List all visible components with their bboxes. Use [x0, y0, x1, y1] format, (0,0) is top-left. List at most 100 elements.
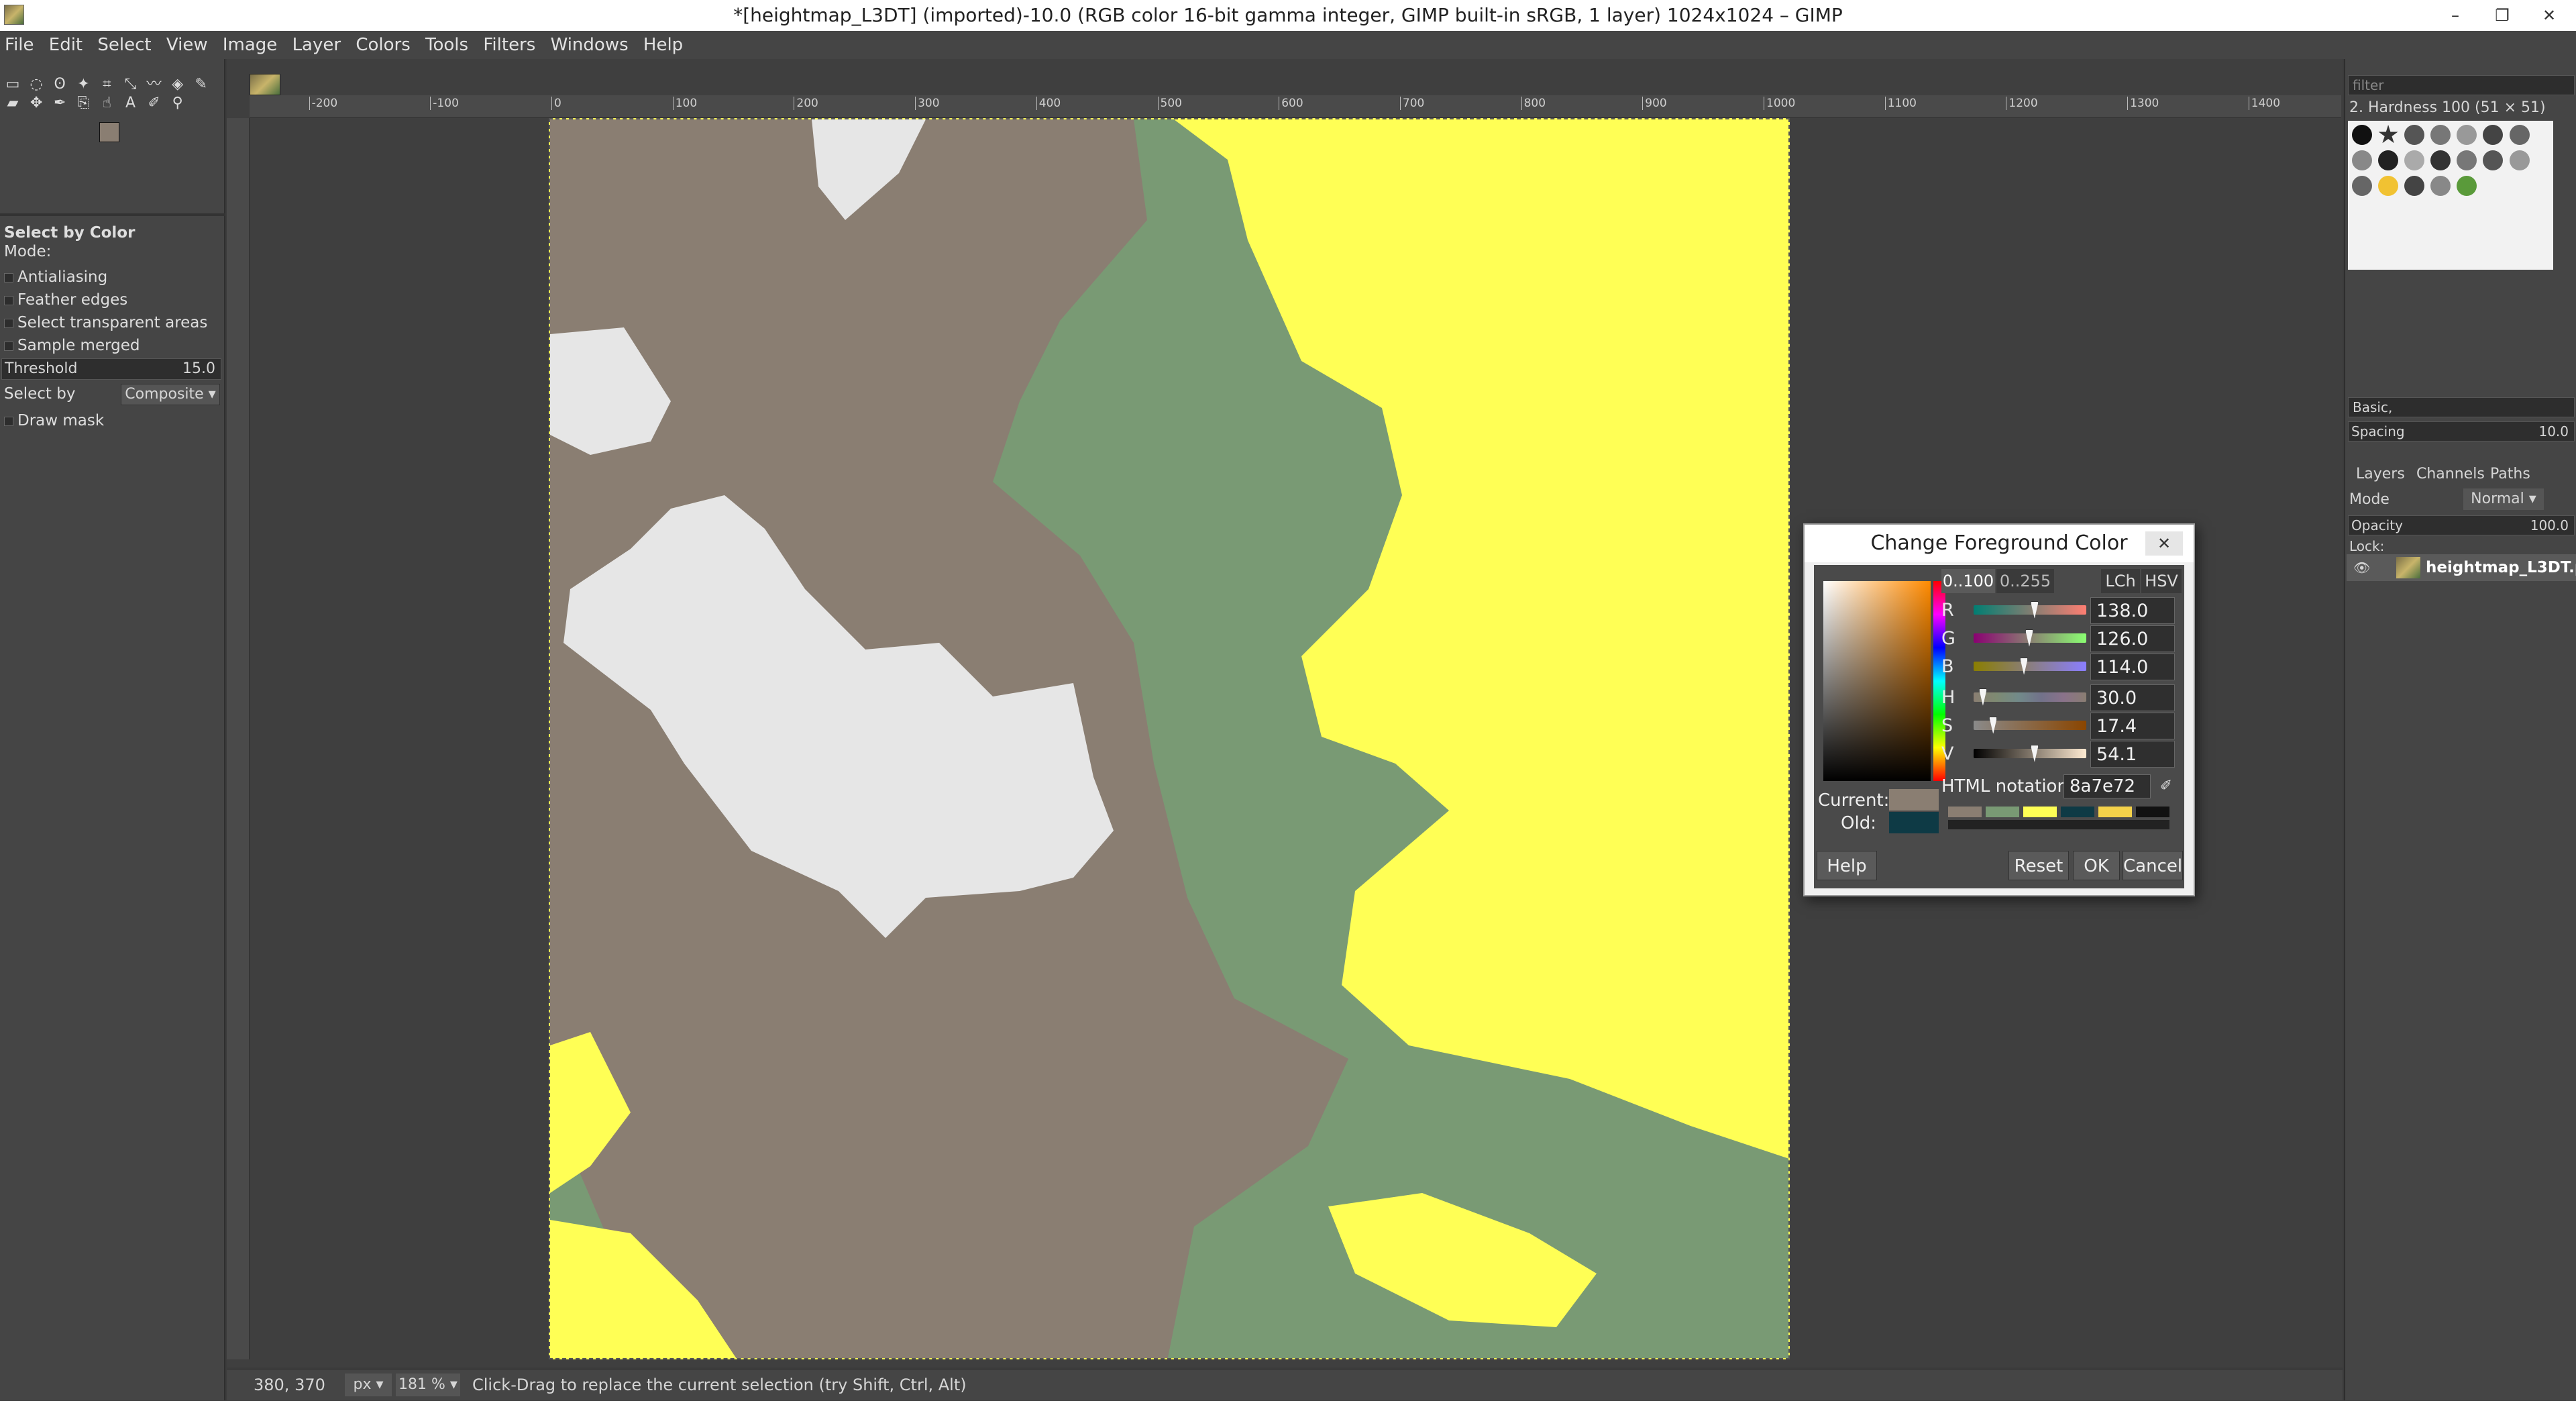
vertical-ruler[interactable] — [227, 118, 250, 1359]
maximize-button[interactable]: ❐ — [2482, 0, 2522, 31]
layer-mode-dropdown[interactable]: Normal ▾ — [2463, 488, 2544, 510]
brush-item[interactable] — [2430, 125, 2451, 145]
lasso-icon[interactable]: ʘ — [50, 75, 69, 94]
minimize-button[interactable]: – — [2435, 0, 2475, 31]
color-saturation-value-area[interactable] — [1823, 581, 1931, 781]
menu-help[interactable]: Help — [639, 31, 688, 59]
menu-image[interactable]: Image — [218, 31, 282, 59]
brush-preset-field[interactable]: Basic, — [2348, 397, 2575, 417]
brush-item[interactable] — [2352, 176, 2372, 196]
paintbrush-icon[interactable]: ✎ — [192, 75, 211, 94]
brush-item[interactable] — [2352, 125, 2372, 145]
channel-s[interactable]: S 17.4 — [1941, 713, 2183, 739]
select-transparent-checkbox[interactable] — [4, 318, 13, 328]
history-swatch[interactable] — [2023, 807, 2057, 817]
foreground-color-swatch[interactable] — [99, 122, 119, 142]
fuzzy-select-icon[interactable]: ✦ — [74, 75, 93, 94]
clone-icon[interactable]: ⎘ — [74, 94, 93, 113]
history-swatch[interactable] — [2098, 807, 2132, 817]
menu-windows[interactable]: Windows — [546, 31, 633, 59]
tab-paths[interactable]: Paths — [2490, 463, 2530, 486]
color-picker-icon[interactable]: ✐ — [145, 94, 164, 113]
menu-tools[interactable]: Tools — [421, 31, 473, 59]
history-swatch[interactable] — [1986, 807, 2019, 817]
eraser-icon[interactable]: ▰ — [3, 94, 22, 113]
brush-item[interactable] — [2404, 150, 2425, 170]
free-select-icon[interactable]: ◌ — [27, 75, 46, 94]
menu-view[interactable]: View — [162, 31, 213, 59]
range-100-button[interactable]: 0..100 — [1941, 569, 1995, 593]
opacity-slider[interactable]: Opacity 100.0 — [2348, 515, 2575, 535]
spacing-slider[interactable]: Spacing 10.0 — [2348, 421, 2575, 442]
brush-item[interactable] — [2404, 176, 2425, 196]
brush-item[interactable] — [2483, 125, 2504, 145]
eye-icon[interactable]: 👁 — [2353, 560, 2370, 576]
menu-file[interactable]: File — [0, 31, 39, 59]
draw-mask-option[interactable]: Draw mask — [4, 411, 104, 431]
help-button[interactable]: Help — [1817, 851, 1877, 880]
feather-edges-option[interactable]: Feather edges — [4, 290, 127, 310]
brush-grid[interactable] — [2348, 121, 2553, 270]
html-notation-input[interactable]: 8a7e72 — [2063, 774, 2151, 798]
draw-mask-checkbox[interactable] — [4, 416, 13, 426]
bucket-fill-icon[interactable]: ◈ — [168, 75, 187, 94]
channel-g-value[interactable]: 126.0 — [2090, 625, 2175, 652]
brush-item[interactable] — [2509, 150, 2530, 170]
menu-filters[interactable]: Filters — [478, 31, 540, 59]
brush-item[interactable] — [2404, 125, 2425, 145]
history-swatch[interactable] — [2061, 807, 2094, 817]
history-swatch[interactable] — [1948, 807, 1982, 817]
channel-r[interactable]: R 138.0 — [1941, 597, 2183, 624]
eyedropper-icon[interactable]: ✐ — [2156, 776, 2176, 797]
reset-button[interactable]: Reset — [2008, 851, 2069, 880]
channel-s-value[interactable]: 17.4 — [2090, 713, 2175, 739]
brush-item[interactable] — [2457, 150, 2477, 170]
rect-select-icon[interactable]: ▭ — [3, 75, 22, 94]
ok-button[interactable]: OK — [2073, 851, 2120, 880]
ink-icon[interactable]: ✒ — [50, 94, 69, 113]
tab-channels[interactable]: Channels — [2416, 463, 2485, 486]
cancel-button[interactable]: Cancel — [2123, 851, 2183, 880]
sample-merged-option[interactable]: Sample merged — [4, 335, 140, 356]
threshold-slider[interactable]: Threshold 15.0 — [1, 358, 221, 380]
channel-h-value[interactable]: 30.0 — [2090, 684, 2175, 711]
brush-item[interactable] — [2483, 150, 2504, 170]
unit-dropdown[interactable]: px ▾ — [345, 1373, 392, 1396]
zoom-dropdown[interactable]: 181 % ▾ — [396, 1373, 460, 1396]
brush-item[interactable] — [2352, 150, 2372, 170]
brush-item[interactable] — [2509, 125, 2530, 145]
hsv-button[interactable]: HSV — [2141, 569, 2182, 593]
menu-select[interactable]: Select — [93, 31, 156, 59]
brush-item[interactable] — [2430, 150, 2451, 170]
antialiasing-checkbox[interactable] — [4, 272, 13, 282]
channel-r-value[interactable]: 138.0 — [2090, 597, 2175, 624]
channel-g[interactable]: G 126.0 — [1941, 625, 2183, 652]
horizontal-ruler[interactable]: -200 -100 0 100 200 300 400 500 600 700 800 900 1000… — [250, 95, 2341, 118]
brush-item[interactable] — [2378, 125, 2398, 144]
channel-v[interactable]: V 54.1 — [1941, 741, 2183, 768]
transform-icon[interactable]: ⤡ — [121, 75, 140, 94]
channel-b[interactable]: B 114.0 — [1941, 654, 2183, 680]
channel-h[interactable]: H 30.0 — [1941, 684, 2183, 711]
brush-item[interactable] — [2378, 176, 2399, 196]
brush-filter-input[interactable]: filter — [2348, 75, 2575, 95]
menu-colors[interactable]: Colors — [351, 31, 415, 59]
select-by-dropdown[interactable]: Composite ▾ — [121, 384, 220, 405]
menu-edit[interactable]: Edit — [44, 31, 87, 59]
history-swatch[interactable] — [2136, 807, 2169, 817]
image-tab-thumbnail[interactable] — [250, 74, 280, 95]
select-transparent-option[interactable]: Select transparent areas — [4, 313, 207, 333]
text-icon[interactable]: A — [121, 94, 140, 113]
feather-edges-checkbox[interactable] — [4, 295, 13, 305]
brush-item[interactable] — [2457, 125, 2477, 145]
move-icon[interactable]: ✥ — [27, 94, 46, 113]
zoom-icon[interactable]: ⚲ — [168, 94, 187, 113]
brush-item[interactable] — [2430, 176, 2451, 196]
channel-b-value[interactable]: 114.0 — [2090, 654, 2175, 680]
brush-item[interactable] — [2378, 150, 2399, 170]
close-button[interactable]: ✕ — [2529, 0, 2569, 31]
brush-item[interactable] — [2457, 176, 2477, 196]
dialog-close-button[interactable]: ✕ — [2145, 531, 2183, 556]
layer-row[interactable]: 👁 heightmap_L3DT.p — [2347, 554, 2576, 581]
range-255-button[interactable]: 0..255 — [1996, 569, 2054, 593]
